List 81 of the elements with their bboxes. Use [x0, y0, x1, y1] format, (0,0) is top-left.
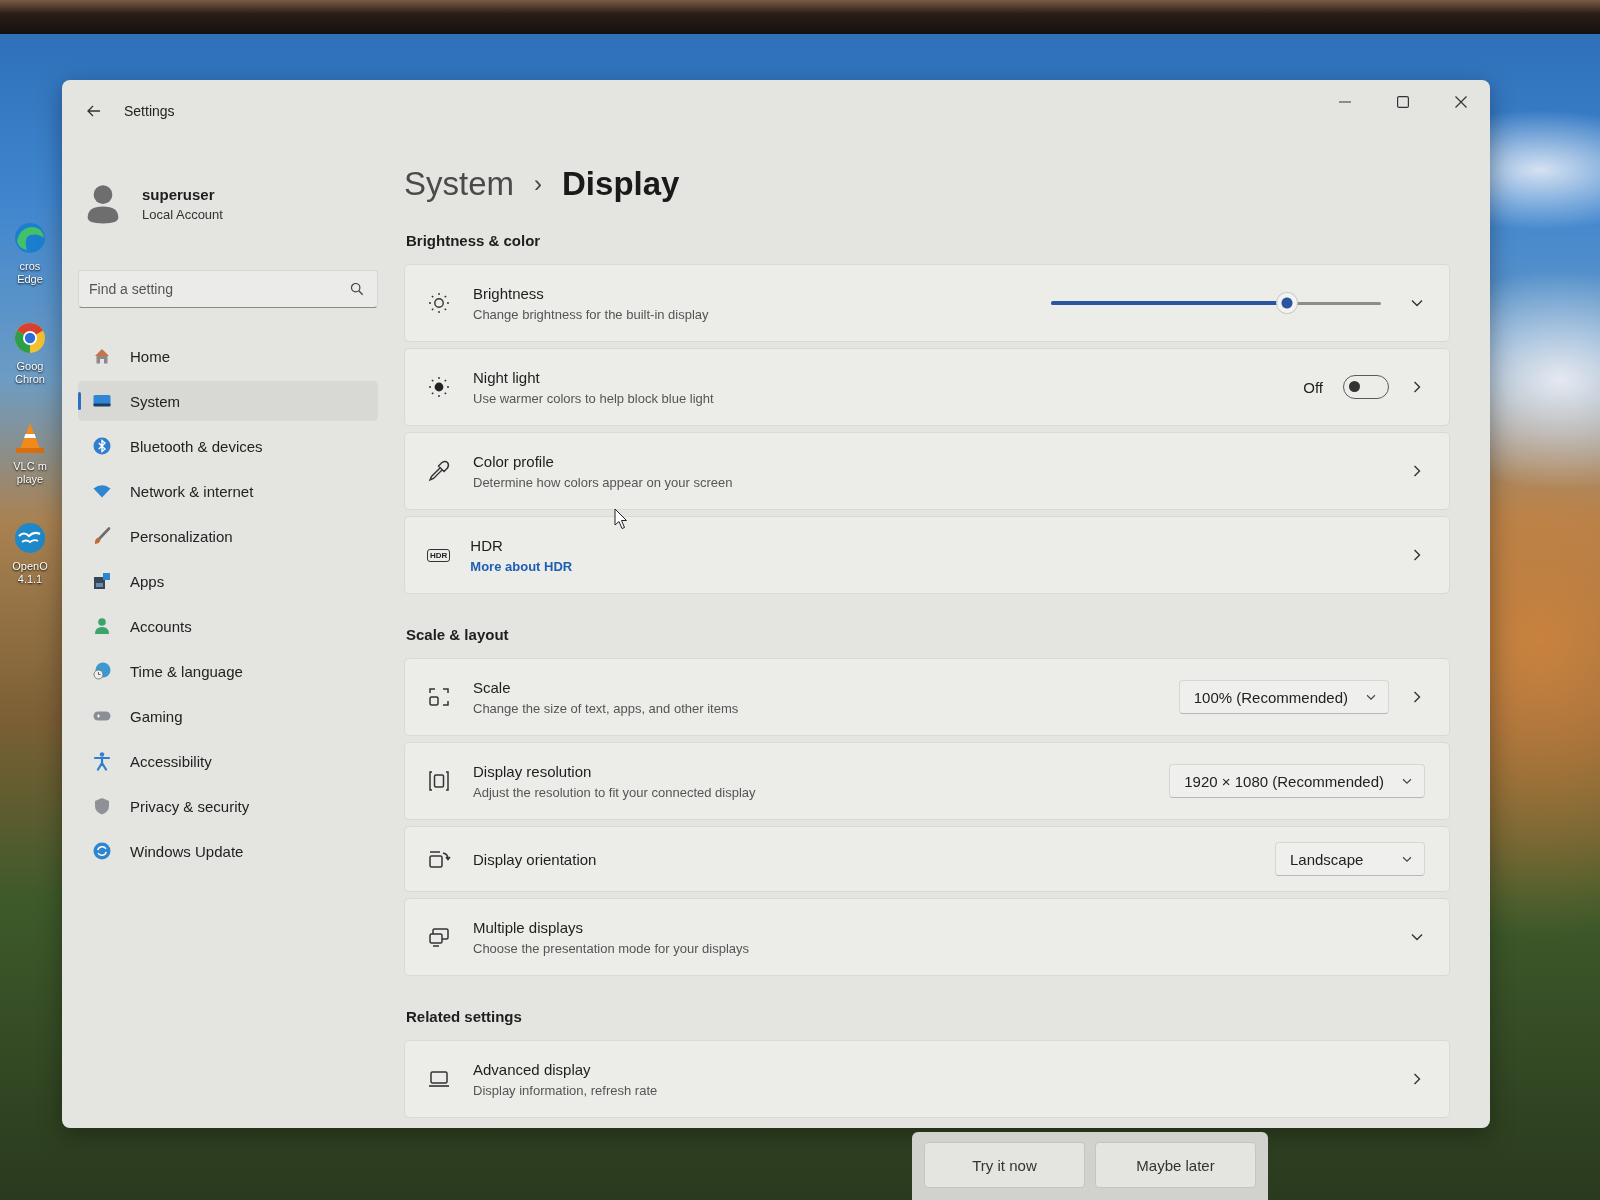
- person-icon: [92, 616, 112, 636]
- settings-card[interactable]: Display resolution Adjust the resolution to fit your connected display 1920 × 1080 (Recommended): [404, 742, 1450, 820]
- settings-card[interactable]: Night light Use warmer colors to help block blue light Off: [404, 348, 1450, 426]
- accessibility-icon: [92, 751, 112, 771]
- sync-arrows-icon: [92, 841, 112, 861]
- sidebar-item[interactable]: Accounts: [78, 606, 378, 646]
- setting-title: Night light: [473, 368, 541, 386]
- toggle-state-label: Off: [1303, 378, 1323, 396]
- sidebar-item[interactable]: Accessibility: [78, 741, 378, 781]
- dropdown[interactable]: 100% (Recommended): [1178, 680, 1389, 714]
- setting-description: Adjust the resolution to fit your connected display: [473, 784, 756, 800]
- setting-title: Scale: [473, 678, 512, 696]
- sidebar-item[interactable]: Time & language: [78, 651, 378, 691]
- settings-card[interactable]: HDR HDR More about HDR: [404, 516, 1450, 594]
- two-screens-icon: [427, 925, 451, 949]
- setting-title: Display orientation: [473, 850, 597, 868]
- search-icon[interactable]: [350, 282, 364, 296]
- breadcrumb-link[interactable]: System: [404, 165, 515, 203]
- sidebar-item[interactable]: Network & internet: [78, 471, 378, 511]
- window-title: Settings: [124, 103, 175, 119]
- setting-description: Choose the presentation mode for your displays: [473, 940, 750, 956]
- toast-button[interactable]: Maybe later: [1095, 1142, 1256, 1188]
- slider-thumb[interactable]: [1277, 293, 1298, 313]
- setting-title: HDR: [470, 536, 504, 554]
- desktop-icon-label[interactable]: OpenO 4.1.1: [12, 560, 48, 586]
- page-title: Display: [562, 165, 680, 203]
- setting-title: Brightness: [473, 284, 545, 302]
- section-heading: Brightness & color: [405, 231, 542, 251]
- brush-icon: [92, 526, 112, 546]
- hdr-badge: HDR: [427, 548, 451, 562]
- ring-app-icon[interactable]: [12, 320, 48, 356]
- section-heading: Related settings: [405, 1007, 523, 1027]
- setting-description: Change brightness for the built-in display: [473, 306, 709, 322]
- sidebar-item[interactable]: Home: [78, 336, 378, 376]
- settings-card[interactable]: Multiple displays Choose the presentation mode for your displays: [404, 898, 1450, 976]
- setting-description: Change the size of text, apps, and other items: [473, 700, 739, 716]
- dropdown[interactable]: Landscape: [1275, 842, 1425, 876]
- scale-frame-icon: [427, 685, 451, 709]
- close-icon: [1455, 96, 1467, 108]
- settings-card[interactable]: Scale Change the size of text, apps, and other items 100% (Recommended): [404, 658, 1450, 736]
- sidebar-item[interactable]: Windows Update: [78, 831, 378, 871]
- setting-title: Display resolution: [473, 762, 593, 780]
- apps-icon: [92, 571, 112, 591]
- account-type: Local Account: [142, 207, 223, 222]
- sidebar-item[interactable]: Personalization: [78, 516, 378, 556]
- setting-description: Display information, refresh rate: [473, 1082, 658, 1098]
- dropdown[interactable]: 1920 × 1080 (Recommended): [1169, 764, 1425, 798]
- sidebar-item[interactable]: System: [78, 381, 378, 421]
- sidebar-item[interactable]: Gaming: [78, 696, 378, 736]
- globe-clock-icon: [92, 661, 112, 681]
- sun-icon: [427, 291, 451, 315]
- breadcrumb-separator: ›: [534, 170, 543, 198]
- back-arrow-icon: [86, 103, 102, 119]
- setting-title: Advanced display: [473, 1060, 592, 1078]
- settings-card[interactable]: Brightness Change brightness for the built-in display: [404, 264, 1450, 342]
- sidebar-item[interactable]: Bluetooth & devices: [78, 426, 378, 466]
- setting-description: Use warmer colors to help block blue light: [473, 390, 714, 406]
- eyedropper-icon: [427, 459, 451, 483]
- filled-sun-icon: [427, 375, 451, 399]
- section-heading: Scale & layout: [405, 625, 510, 645]
- sidebar-item[interactable]: Privacy & security: [78, 786, 378, 826]
- mouse-pointer-icon: [614, 508, 628, 530]
- settings-card[interactable]: Color profile Determine how colors appear on your screen: [404, 432, 1450, 510]
- settings-card[interactable]: Display orientation Landscape: [404, 826, 1450, 892]
- maximize-icon: [1397, 96, 1409, 108]
- setting-description: Determine how colors appear on your screen: [473, 474, 733, 490]
- help-link[interactable]: More about HDR: [470, 558, 573, 574]
- avatar-icon: [86, 183, 120, 225]
- slider-track[interactable]: [1051, 293, 1381, 313]
- settings-card[interactable]: Advanced display Display information, refresh rate: [404, 1040, 1450, 1118]
- sidebar-item[interactable]: Apps: [78, 561, 378, 601]
- resolution-frame-icon: [427, 769, 451, 793]
- waves-app-icon[interactable]: [12, 520, 48, 556]
- setting-title: Color profile: [473, 452, 555, 470]
- minimize-icon: [1339, 101, 1351, 103]
- setting-title: Multiple displays: [473, 918, 585, 936]
- toast-button[interactable]: Try it now: [924, 1142, 1085, 1188]
- search-field[interactable]: Find a setting: [78, 270, 378, 308]
- shield-icon: [92, 796, 112, 816]
- bluetooth-icon: [92, 436, 112, 456]
- account-name: superuser: [142, 186, 216, 203]
